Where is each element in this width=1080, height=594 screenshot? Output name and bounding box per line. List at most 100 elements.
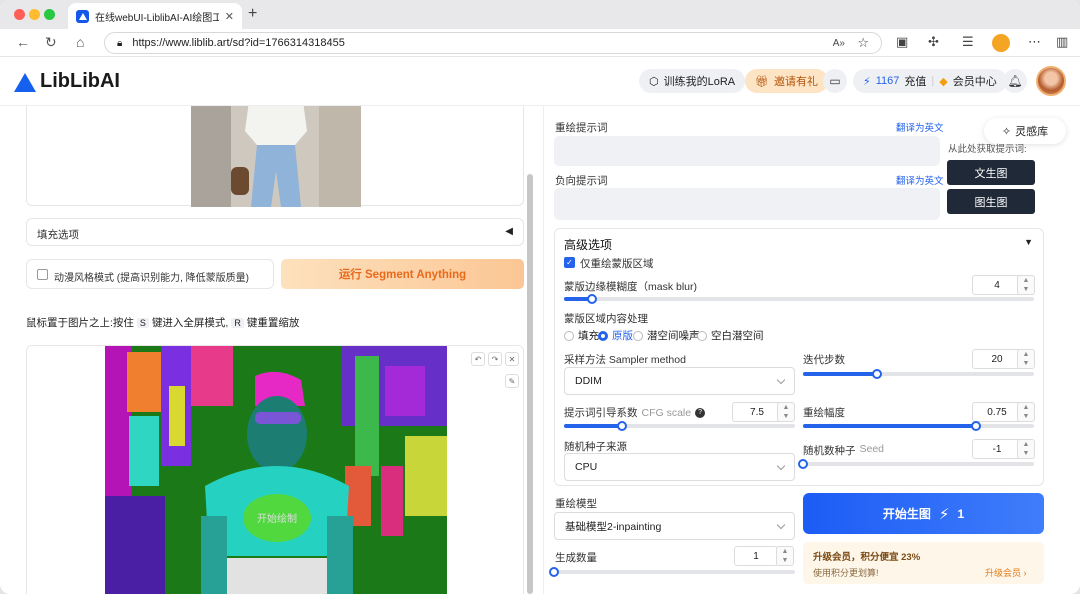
liblib-logo[interactable]: LibLibAI <box>14 70 120 93</box>
reload-icon[interactable]: ↻ <box>45 34 57 51</box>
advanced-title[interactable]: 高级选项 <box>564 236 612 253</box>
radio-latent-nothing[interactable]: 空白潜空间 <box>697 328 764 343</box>
radio-fill[interactable]: 填充 <box>564 328 599 343</box>
chevron-down-icon <box>776 520 786 530</box>
radio-circle[interactable] <box>633 330 643 341</box>
negative-prompt-input[interactable] <box>554 188 940 220</box>
source-photo[interactable] <box>191 106 361 207</box>
lock-icon[interactable]: 🔒︎ <box>117 38 122 49</box>
profile-badge-icon[interactable] <box>992 34 1010 52</box>
slider-knob[interactable] <box>971 421 982 431</box>
folder-icon[interactable]: ▭ <box>823 69 847 93</box>
only-mask-checkbox[interactable]: ✓ <box>564 257 575 268</box>
segmentation-map[interactable]: 开始绘制 <box>105 346 447 594</box>
translate-link-1[interactable]: 翻译为英文 <box>896 120 944 134</box>
radio-original[interactable]: 原版 <box>598 328 633 343</box>
fill-options-accordion[interactable]: 填充选项 ◀ <box>26 218 524 246</box>
radio-circle[interactable] <box>564 330 574 341</box>
seed-value: -1 <box>992 443 1002 455</box>
slider-knob[interactable] <box>871 369 882 379</box>
url-field[interactable]: 🔒︎ https://www.liblib.art/sd?id=17663143… <box>104 32 882 54</box>
cfg-stepper[interactable]: ▲ ▼ <box>777 402 795 422</box>
seed-source-select[interactable]: CPU <box>564 453 795 481</box>
chevron-down-icon <box>776 461 786 471</box>
tab-bar: 在线webUI-LiblibAI-AI绘图工具 ✕ + <box>0 0 1080 29</box>
avatar[interactable] <box>1036 66 1066 96</box>
key-r: R <box>231 317 244 328</box>
home-icon[interactable]: ⌂ <box>76 34 84 50</box>
sampler-select[interactable]: DDIM <box>564 367 795 395</box>
points-recharge-button[interactable]: ⚡︎ 1167 充值 | ◆ 会员中心 <box>853 69 1007 93</box>
run-segment-button[interactable]: 运行 Segment Anything <box>281 259 524 289</box>
close-window-icon[interactable] <box>14 9 25 20</box>
favorites-list-icon[interactable]: ☰ <box>962 34 974 50</box>
segment-watermark: 开始绘制 <box>257 512 297 525</box>
redo-icon[interactable]: ↷ <box>488 352 502 366</box>
seed-stepper[interactable]: ▲ ▼ <box>1017 439 1035 459</box>
seed-input[interactable]: -1 <box>972 439 1022 459</box>
train-lora-button[interactable]: ⬡ 训练我的LoRA <box>639 69 746 93</box>
cube-icon: ⬡ <box>649 75 659 88</box>
read-aloud-icon[interactable]: A» <box>833 38 845 49</box>
upgrade-link[interactable]: 升级会员 › <box>985 566 1027 579</box>
mask-blur-slider[interactable] <box>564 294 1034 304</box>
txt2img-button[interactable]: 文生图 <box>947 160 1035 185</box>
denoise-slider[interactable] <box>803 421 1034 431</box>
translate-link-2[interactable]: 翻译为英文 <box>896 173 944 187</box>
denoise-stepper[interactable]: ▲ ▼ <box>1017 402 1035 422</box>
brush-icon[interactable]: ✎ <box>505 374 519 388</box>
seed-slider[interactable] <box>798 459 1034 469</box>
bell-icon[interactable]: 🔔︎ <box>1003 69 1027 93</box>
cfg-slider[interactable] <box>564 421 795 431</box>
help-icon[interactable]: ? <box>695 407 706 418</box>
collapse-caret-icon[interactable]: ▼ <box>1024 237 1033 247</box>
more-icon[interactable]: ⋯ <box>1028 34 1041 50</box>
steps-input[interactable]: 20 <box>972 349 1022 369</box>
puzzle-icon[interactable]: ✣ <box>928 34 939 50</box>
undo-icon[interactable]: ↶ <box>471 352 485 366</box>
radio-latent-noise[interactable]: 潜空间噪声 <box>633 328 700 343</box>
redraw-prompt-input[interactable] <box>554 136 940 166</box>
steps-slider[interactable] <box>803 369 1034 379</box>
cfg-label: 提示词引导系数 <box>564 407 638 419</box>
generate-button[interactable]: 开始生图 ⚡︎ 1 <box>803 493 1044 534</box>
count-input[interactable]: 1 <box>734 546 778 566</box>
close-tab-icon[interactable]: ✕ <box>225 10 234 23</box>
mask-blur-stepper[interactable]: ▲ ▼ <box>1017 275 1035 295</box>
upgrade-sub: 使用积分更划算! <box>813 568 879 578</box>
steps-label: 迭代步数 <box>803 354 845 366</box>
count-slider[interactable] <box>549 567 795 577</box>
steps-stepper[interactable]: ▲ ▼ <box>1017 349 1035 369</box>
favorite-icon[interactable]: ☆ <box>857 35 869 51</box>
slider-knob[interactable] <box>587 294 598 304</box>
maximize-window-icon[interactable] <box>44 9 55 20</box>
upgrade-banner[interactable]: 升级会员，积分便宜 23% 使用积分更划算! 升级会员 › <box>803 542 1044 584</box>
slider-knob[interactable] <box>616 421 627 431</box>
cfg-input[interactable]: 7.5 <box>732 402 782 422</box>
generate-label: 开始生图 <box>882 507 931 521</box>
scrollbar-thumb[interactable] <box>527 174 533 594</box>
back-icon[interactable]: ← <box>16 34 30 50</box>
new-tab-icon[interactable]: + <box>248 5 257 23</box>
radio-circle-selected[interactable] <box>598 330 608 341</box>
img2img-button[interactable]: 图生图 <box>947 189 1035 214</box>
slider-knob[interactable] <box>798 459 808 469</box>
txt2img-label: 文生图 <box>974 167 1008 180</box>
clear-icon[interactable]: ✕ <box>505 352 519 366</box>
model-select[interactable]: 基础模型2-inpainting <box>554 512 795 540</box>
extensions-icon[interactable]: ▣ <box>896 34 908 50</box>
cfg-label-row: 提示词引导系数 CFG scale? <box>564 405 706 420</box>
slider-knob[interactable] <box>549 567 559 577</box>
minimize-window-icon[interactable] <box>29 9 40 20</box>
browser-tab[interactable]: 在线webUI-LiblibAI-AI绘图工具 ✕ <box>68 3 242 29</box>
left-scrollbar[interactable] <box>526 106 534 594</box>
mask-blur-input[interactable]: 4 <box>972 275 1022 295</box>
anime-mode-checkbox-row[interactable]: 动漫风格模式 (提高识别能力, 降低蒙版质量) <box>26 259 274 289</box>
anime-mode-checkbox[interactable] <box>37 269 48 280</box>
count-stepper[interactable]: ▲ ▼ <box>776 546 794 566</box>
denoise-input[interactable]: 0.75 <box>972 402 1022 422</box>
sidebar-toggle-icon[interactable]: ▥ <box>1056 34 1068 50</box>
invite-button[interactable]: 🎁︎ 邀请有礼 <box>745 69 828 93</box>
radio-circle[interactable] <box>697 330 707 341</box>
seed-label-row: 随机数种子 Seed <box>803 443 884 458</box>
